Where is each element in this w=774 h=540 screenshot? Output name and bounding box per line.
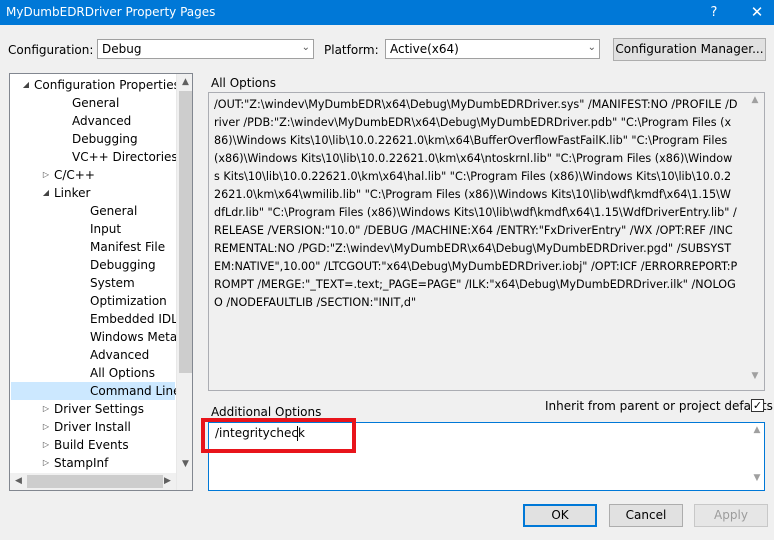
property-tree[interactable]: ◢ Configuration Properties General Advanced… bbox=[9, 73, 193, 491]
scroll-thumb[interactable] bbox=[27, 475, 163, 488]
tree-item-label: Build Events bbox=[54, 438, 129, 452]
tree-item-label: Debugging bbox=[72, 132, 138, 146]
configuration-manager-button[interactable]: Configuration Manager... bbox=[613, 38, 766, 61]
tree-item-label: Debugging bbox=[90, 258, 156, 272]
expand-arrow-icon[interactable]: ▷ bbox=[40, 418, 52, 436]
scroll-up-icon[interactable]: ▲ bbox=[748, 95, 762, 109]
tree-item-label: Advanced bbox=[72, 114, 132, 128]
scroll-thumb[interactable] bbox=[179, 91, 192, 373]
tree-item-label: VC++ Directories bbox=[72, 150, 178, 164]
tree-item-label: All Options bbox=[90, 366, 155, 380]
window-title: MyDumbEDRDriver Property Pages bbox=[6, 5, 216, 19]
platform-value: Active(x64) bbox=[390, 42, 459, 56]
tree-item-label: Input bbox=[90, 222, 122, 236]
scroll-right-icon[interactable]: ▶ bbox=[159, 473, 176, 490]
additional-options-label: Additional Options bbox=[211, 405, 322, 419]
configuration-label: Configuration: bbox=[8, 43, 94, 57]
tree-horizontal-scrollbar[interactable]: ◀ ▶ bbox=[10, 473, 176, 490]
close-button[interactable]: ✕ bbox=[740, 0, 774, 25]
collapse-arrow-icon[interactable]: ◢ bbox=[40, 184, 52, 202]
collapse-arrow-icon[interactable]: ◢ bbox=[20, 76, 32, 94]
tree-item-label: C/C++ bbox=[54, 168, 95, 182]
expand-arrow-icon[interactable]: ▷ bbox=[40, 400, 52, 418]
expand-arrow-icon[interactable]: ▷ bbox=[40, 454, 52, 472]
scroll-down-icon[interactable]: ▼ bbox=[177, 456, 192, 473]
tree-item-label: System bbox=[90, 276, 135, 290]
inherit-label: Inherit from parent or project defaults bbox=[545, 399, 773, 413]
expand-arrow-icon[interactable]: ▷ bbox=[40, 436, 52, 454]
red-highlight-box bbox=[201, 418, 356, 453]
tree-item-label: Configuration Properties bbox=[34, 78, 180, 92]
tree-vertical-scrollbar[interactable]: ▲ ▼ bbox=[176, 74, 192, 490]
tree-item-label: StampInf bbox=[54, 456, 109, 470]
tree-item-label: Advanced bbox=[90, 348, 150, 362]
all-options-label: All Options bbox=[211, 76, 276, 90]
all-options-text: /OUT:"Z:\windev\MyDumbEDR\x64\Debug\MyDu… bbox=[214, 98, 738, 309]
inherit-checkbox[interactable]: ✓ bbox=[751, 399, 764, 412]
scroll-down-icon[interactable]: ▼ bbox=[750, 473, 764, 487]
chevron-down-icon: ⌄ bbox=[301, 42, 310, 53]
apply-button[interactable]: Apply bbox=[694, 504, 768, 527]
tree-item-label: Optimization bbox=[90, 294, 167, 308]
title-bar: MyDumbEDRDriver Property Pages ? ✕ bbox=[0, 0, 774, 25]
configuration-value: Debug bbox=[102, 42, 142, 56]
cancel-button[interactable]: Cancel bbox=[609, 504, 683, 527]
tree-item-label: General bbox=[72, 96, 120, 110]
scroll-left-icon[interactable]: ◀ bbox=[10, 473, 27, 490]
help-button[interactable]: ? bbox=[703, 0, 725, 25]
scroll-up-icon[interactable]: ▲ bbox=[750, 425, 764, 439]
ok-button[interactable]: OK bbox=[523, 504, 597, 527]
chevron-down-icon: ⌄ bbox=[587, 42, 596, 53]
tree-item-label: Command Line bbox=[90, 384, 181, 398]
tree-item-label: Embedded IDL bbox=[90, 312, 178, 326]
platform-label: Platform: bbox=[324, 43, 379, 57]
tree-item-label: General bbox=[90, 204, 138, 218]
expand-arrow-icon[interactable]: ▷ bbox=[40, 166, 52, 184]
tree-item-label: Driver Install bbox=[54, 420, 131, 434]
scroll-down-icon[interactable]: ▼ bbox=[748, 371, 762, 385]
tree-item-label: Driver Settings bbox=[54, 402, 144, 416]
tree-item-label: Manifest File bbox=[90, 240, 166, 254]
all-options-textbox[interactable]: /OUT:"Z:\windev\MyDumbEDR\x64\Debug\MyDu… bbox=[208, 92, 765, 391]
platform-dropdown[interactable]: Active(x64) ⌄ bbox=[385, 39, 600, 59]
tree-item-label: Linker bbox=[54, 186, 91, 200]
scroll-up-icon[interactable]: ▲ bbox=[177, 74, 192, 91]
configuration-dropdown[interactable]: Debug ⌄ bbox=[97, 39, 314, 59]
